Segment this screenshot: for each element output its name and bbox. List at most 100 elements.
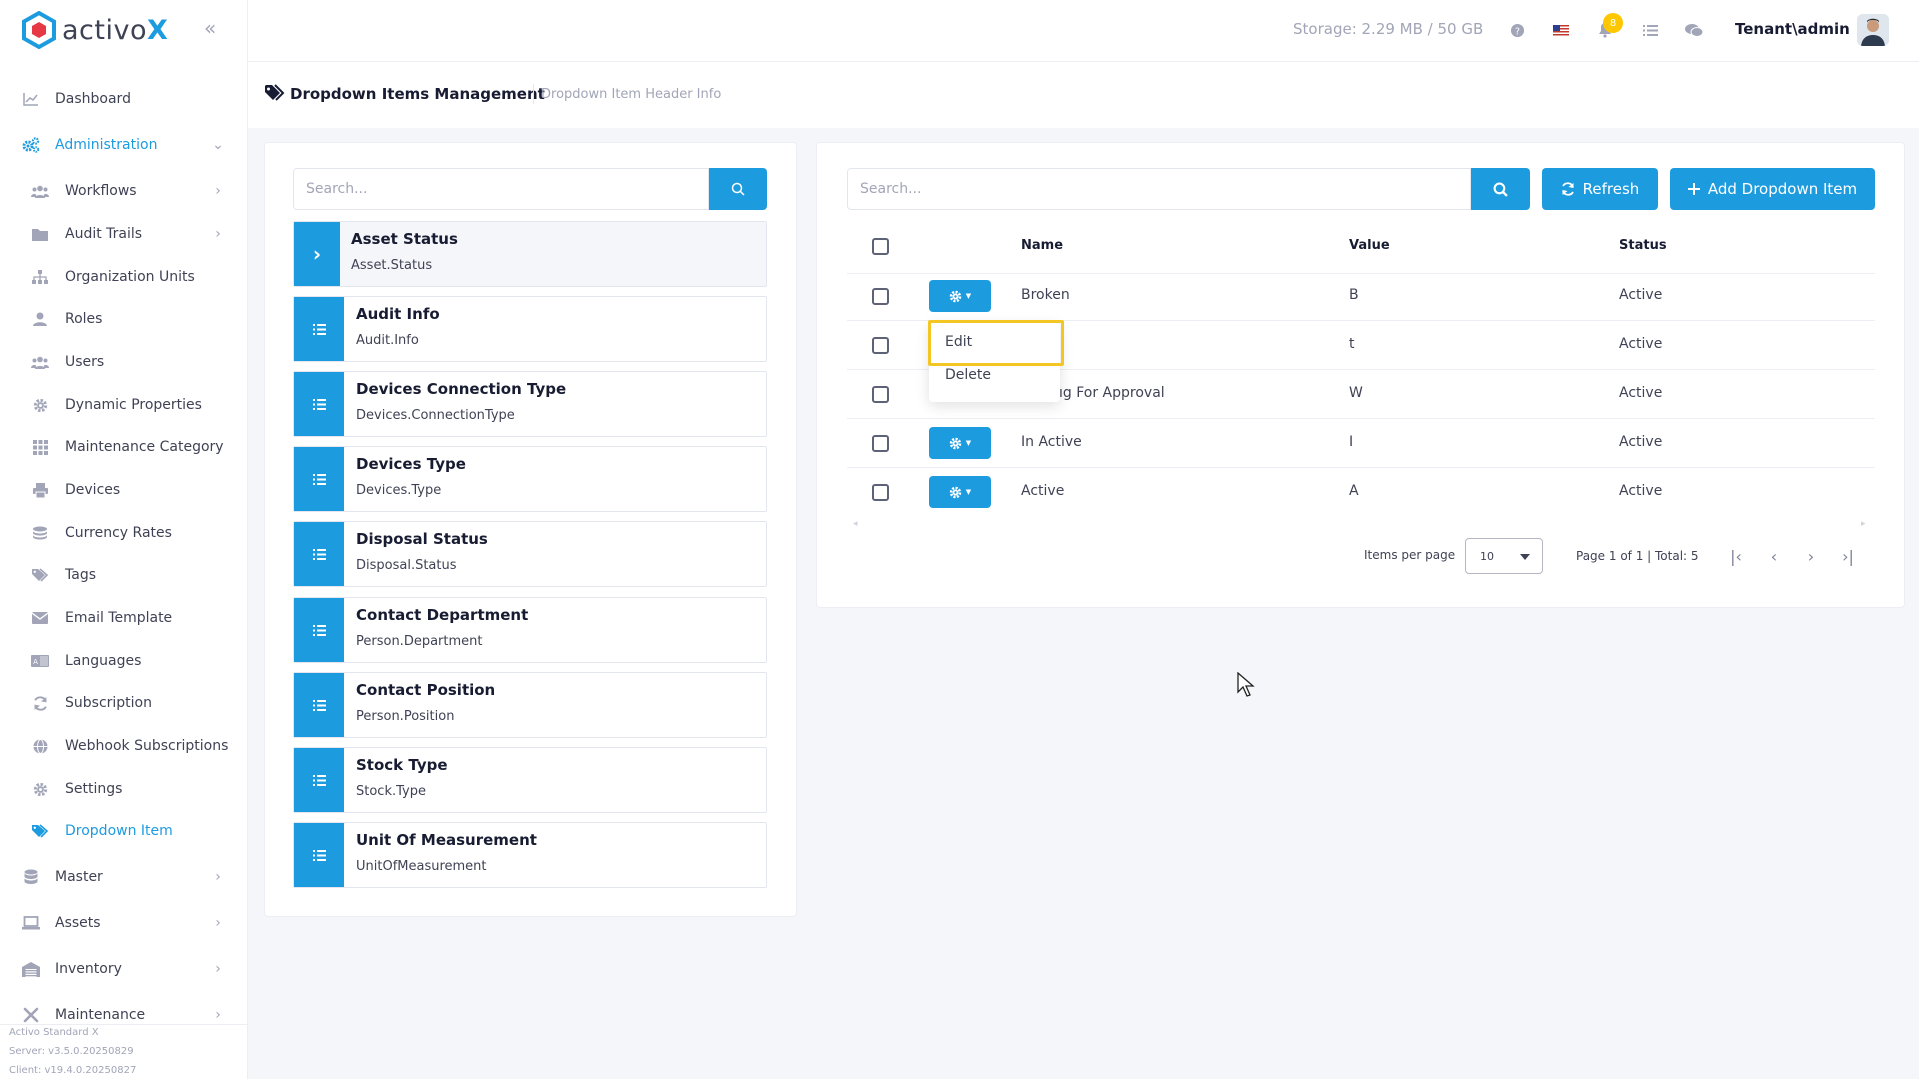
row-checkbox[interactable] [872,435,889,452]
select-all-checkbox[interactable] [872,238,889,255]
dropdown-header-item[interactable]: Contact Department Person.Department [293,597,767,663]
sidebar-item-administration[interactable]: Administration ⌄ [0,125,248,165]
refresh-icon [31,694,49,712]
sidebar-item-label: Inventory [55,961,122,977]
gear-icon [31,396,49,414]
sidebar-item-users[interactable]: Users [0,342,248,382]
dropdown-header-code: Stock.Type [356,784,426,799]
client-version: Client: v19.4.0.20250827 [9,1065,137,1076]
sidebar-item-subscription[interactable]: Subscription [0,683,248,723]
page-size-select[interactable]: 10 [1465,538,1543,574]
refresh-icon [1561,182,1575,196]
chevron-down-icon: ⌄ [212,137,224,153]
dropdown-header-item[interactable]: Stock Type Stock.Type [293,747,767,813]
caret-down-icon: ▼ [965,488,972,496]
sidebar-item-organization-units[interactable]: Organization Units [0,257,248,297]
us-flag-icon[interactable] [1551,20,1571,40]
svg-text:A: A [33,658,38,666]
sidebar-item-settings[interactable]: Settings [0,769,248,809]
laptop-icon [22,914,40,932]
sidebar-item-label: Audit Trails [65,226,143,242]
item-search-input[interactable]: Search... [847,168,1471,210]
sidebar-item-label: Tags [65,567,96,583]
chat-icon[interactable] [1684,20,1704,40]
avatar[interactable] [1857,14,1889,46]
sidebar-item-maintenance-category[interactable]: Maintenance Category [0,427,248,467]
first-page-icon[interactable]: |‹ [1726,546,1746,566]
mouse-cursor-icon [1237,671,1255,702]
language-icon: A [31,652,49,670]
dropdown-header-item[interactable]: Devices Connection Type Devices.Connectio… [293,371,767,437]
dropdown-header-title: Audit Info [356,305,440,323]
column-header-value[interactable]: Value [1349,238,1390,253]
chevron-down-icon [1520,554,1530,560]
sidebar-item-audit-trails[interactable]: Audit Trails › [0,214,248,254]
cell-name: ıg For Approval [1059,385,1165,401]
sidebar-item-tags[interactable]: Tags [0,555,248,595]
tags-icon [31,566,49,584]
dropdown-header-item[interactable]: Contact Position Person.Position [293,672,767,738]
row-checkbox[interactable] [872,386,889,403]
sidebar-item-devices[interactable]: Devices [0,470,248,510]
current-user[interactable]: Tenant\admin [1735,20,1850,38]
help-icon[interactable]: ? [1507,20,1527,40]
collapse-sidebar-icon[interactable]: « [204,18,224,38]
row-divider [847,418,1875,419]
row-checkbox[interactable] [872,288,889,305]
row-checkbox[interactable] [872,484,889,501]
task-list-icon[interactable] [1640,20,1660,40]
row-divider [847,467,1875,468]
scroll-right-icon[interactable]: ▸ [1861,519,1866,529]
dropdown-header-title: Devices Connection Type [356,380,567,398]
column-header-status[interactable]: Status [1619,238,1667,253]
sidebar-item-languages[interactable]: A Languages [0,641,248,681]
top-header [248,0,1919,62]
sidebar-item-dashboard[interactable]: Dashboard [0,79,248,119]
sidebar-item-label: Administration [55,137,158,153]
sidebar-item-currency-rates[interactable]: Currency Rates [0,513,248,553]
sidebar-item-dropdown-item[interactable]: Dropdown Item [0,811,248,851]
sidebar-item-email-template[interactable]: Email Template [0,598,248,638]
column-header-name[interactable]: Name [1021,238,1063,253]
chevron-right-icon: › [215,1007,221,1023]
list-icon [312,774,326,786]
printer-icon [31,481,49,499]
dropdown-header-title: Contact Department [356,606,529,624]
search-icon [1493,182,1508,197]
cell-name: Active [1021,483,1065,499]
sidebar-item-workflows[interactable]: Workflows › [0,171,248,211]
dropdown-header-title: Unit Of Measurement [356,831,537,849]
next-page-icon[interactable]: › [1801,546,1821,566]
dropdown-header-item[interactable]: Audit Info Audit.Info [293,296,767,362]
add-dropdown-item-button[interactable]: Add Dropdown Item [1670,168,1875,210]
sidebar-item-dynamic-properties[interactable]: Dynamic Properties [0,385,248,425]
dropdown-header-item[interactable]: Devices Type Devices.Type [293,446,767,512]
brand-logo[interactable]: activoX [22,10,168,50]
refresh-button[interactable]: Refresh [1542,168,1658,210]
previous-page-icon[interactable]: ‹ [1764,546,1784,566]
tags-icon [31,822,49,840]
delete-menu-item[interactable]: Delete [945,367,991,383]
row-actions-button[interactable]: ▼ [929,427,991,459]
coins-icon [31,524,49,542]
svg-text:?: ? [1515,26,1520,37]
sidebar-item-webhook-subscriptions[interactable]: Webhook Subscriptions [0,726,248,766]
gear-icon [949,290,962,302]
dropdown-header-item[interactable]: Disposal Status Disposal.Status [293,521,767,587]
header-search-input[interactable]: Search... [293,168,709,210]
sidebar-item-assets[interactable]: Assets › [0,903,248,943]
sidebar-item-roles[interactable]: Roles [0,299,248,339]
sidebar-item-master[interactable]: Master › [0,857,248,897]
item-search-button[interactable] [1471,168,1530,210]
row-actions-button[interactable]: ▼ [929,280,991,312]
dropdown-header-item[interactable]: › Asset Status Asset.Status [293,221,767,287]
dropdown-header-item[interactable]: Unit Of Measurement UnitOfMeasurement [293,822,767,888]
scroll-left-icon[interactable]: ◂ [853,519,858,529]
row-checkbox[interactable] [872,337,889,354]
sidebar-item-inventory[interactable]: Inventory › [0,949,248,989]
tools-icon [22,1006,40,1024]
last-page-icon[interactable]: ›| [1838,546,1858,566]
hexagon-logo-icon [22,11,56,49]
row-actions-button[interactable]: ▼ [929,476,991,508]
header-search-button[interactable] [709,168,767,210]
